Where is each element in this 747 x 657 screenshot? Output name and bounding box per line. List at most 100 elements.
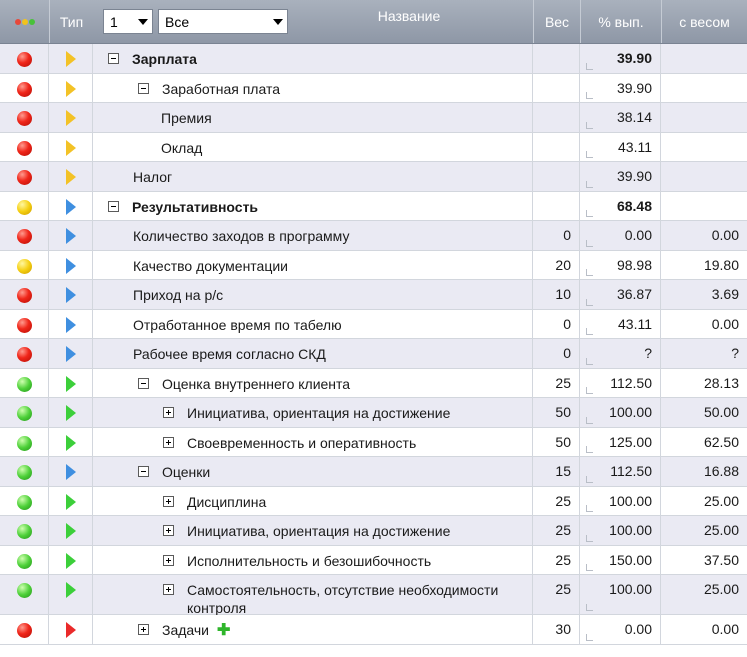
type-cell (49, 398, 93, 427)
status-cell (0, 427, 49, 456)
percent-cell[interactable]: 43.11 (580, 132, 661, 161)
percent-cell[interactable]: 38.14 (580, 103, 661, 132)
row-name[interactable]: Налог (133, 162, 523, 186)
collapse-icon[interactable] (138, 82, 149, 94)
weight-value: 25 (555, 522, 571, 538)
collapse-icon[interactable] (138, 377, 149, 389)
expand-icon[interactable] (163, 436, 174, 448)
header-weight[interactable]: Вес (533, 0, 580, 43)
percent-cell[interactable]: 100.00 (580, 575, 661, 614)
table-row[interactable]: Рабочее время согласно СКД 0?? (0, 339, 747, 369)
row-name[interactable]: Оценка внутреннего клиента (162, 369, 523, 393)
percent-cell[interactable]: 112.50 (580, 368, 661, 397)
percent-cell[interactable]: 0.00 (580, 615, 661, 644)
collapse-icon[interactable] (138, 466, 149, 477)
expand-icon[interactable] (163, 407, 174, 418)
row-name[interactable]: Приход на р/с (133, 280, 523, 304)
header-type[interactable]: Тип (49, 0, 93, 43)
percent-cell[interactable]: 68.48 (580, 191, 661, 220)
percent-cell[interactable]: 100.00 (580, 516, 661, 545)
row-name[interactable]: Отработанное время по табелю (133, 310, 523, 334)
row-name-text: Налог (133, 169, 173, 185)
row-name[interactable]: Своевременность и оперативность (187, 428, 523, 452)
type-cell (49, 280, 93, 309)
percent-cell[interactable]: 100.00 (580, 486, 661, 515)
row-name[interactable]: Оклад (161, 133, 523, 157)
percent-cell[interactable]: 39.90 (580, 44, 661, 73)
header-name[interactable]: Название (295, 0, 523, 43)
expand-icon[interactable] (138, 624, 149, 635)
table-row[interactable]: Приход на р/с 10 36.87 3.69 (0, 280, 747, 310)
percent-cell[interactable]: 98.98 (580, 250, 661, 279)
row-name[interactable]: Самостоятельность, отсутствие необходимо… (187, 575, 523, 617)
table-row[interactable]: Своевременность и оперативность 50 125.00 6… (0, 427, 747, 457)
row-name[interactable]: Результативность (132, 192, 523, 216)
row-name[interactable]: Инициатива, ориентация на достижение (187, 516, 523, 540)
row-name[interactable]: Количество заходов в программу (133, 221, 523, 245)
table-row[interactable]: Оценка внутреннего клиента 25 112.50 28.13 (0, 368, 747, 398)
percent-cell[interactable]: 125.00 (580, 427, 661, 456)
row-name[interactable]: Дисциплина (187, 487, 523, 511)
percent-value: 112.50 (610, 463, 652, 479)
table-row[interactable]: Инициатива, ориентация на достижение 50 10… (0, 398, 747, 428)
row-name[interactable]: Оценки (162, 457, 523, 481)
row-name[interactable]: Премия (161, 103, 523, 127)
weighted-cell: 3.69 (661, 280, 747, 309)
header-status (0, 0, 49, 43)
percent-cell[interactable]: 39.90 (580, 73, 661, 102)
status-lamp-icon (17, 583, 32, 598)
collapse-icon[interactable] (108, 53, 119, 64)
header-percent[interactable]: % вып. (580, 0, 661, 43)
table-row[interactable]: Исполнительность и безошибочность 25 150.0… (0, 545, 747, 575)
table-row[interactable]: Налог 39.90 (0, 162, 747, 192)
weight-cell: 30 (533, 615, 580, 644)
row-name[interactable]: Инициатива, ориентация на достижение (187, 398, 523, 422)
table-row[interactable]: Оклад 43.11 (0, 132, 747, 162)
row-name[interactable]: Заработная плата (162, 74, 523, 98)
row-name[interactable]: Задачи ✚ (162, 615, 523, 640)
table-row[interactable]: Оценки 15 112.50 16.88 (0, 457, 747, 487)
percent-cell[interactable]: 112.50 (580, 457, 661, 486)
table-row[interactable]: Качество документации 20 98.98 19.80 (0, 250, 747, 280)
expand-icon[interactable] (163, 525, 174, 536)
percent-cell[interactable]: 0.00 (580, 221, 661, 250)
table-row[interactable]: Самостоятельность, отсутствие необходимо… (0, 575, 747, 617)
table-row[interactable]: Премия 38.14 (0, 103, 747, 133)
table-row[interactable]: Результативность 68.48 (0, 191, 747, 221)
row-name[interactable]: Зарплата (132, 44, 523, 68)
row-name[interactable]: Исполнительность и безошибочность (187, 546, 523, 570)
expand-icon[interactable] (163, 495, 174, 507)
percent-cell[interactable]: 39.90 (580, 162, 661, 191)
weight-cell: 20 (533, 250, 580, 279)
table-row[interactable]: Зарплата 39.90 (0, 44, 747, 74)
filter-select[interactable]: Все (158, 9, 288, 34)
percent-cell[interactable]: 150.00 (580, 545, 661, 574)
table-row[interactable]: Заработная плата 39.90 (0, 73, 747, 103)
add-icon[interactable]: ✚ (217, 622, 230, 640)
row-name[interactable]: Качество документации (133, 251, 523, 275)
expand-icon[interactable] (163, 554, 174, 566)
level-select[interactable]: 1 (103, 9, 153, 34)
collapse-icon[interactable] (108, 200, 119, 212)
type-cell (49, 486, 93, 515)
name-cell: Оценки (93, 457, 533, 486)
table-row[interactable]: Дисциплина 25 100.00 25.00 (0, 486, 747, 516)
type-flag-icon (66, 523, 76, 539)
percent-cell[interactable]: 43.11 (580, 309, 661, 338)
table-row[interactable]: Отработанное время по табелю 0 43.11 0.00 (0, 309, 747, 339)
cell-corner-icon (586, 505, 593, 512)
percent-cell[interactable]: 36.87 (580, 280, 661, 309)
table-row[interactable]: Количество заходов в программу 0 0.00 0.00 (0, 221, 747, 251)
weight-cell: 10 (533, 280, 580, 309)
table-row[interactable]: Инициатива, ориентация на достижение 25 10… (0, 516, 747, 546)
status-cell (0, 162, 49, 191)
row-name[interactable]: Рабочее время согласно СКД (133, 339, 523, 363)
weighted-value: 25.00 (703, 492, 739, 509)
percent-cell[interactable]: 100.00 (580, 398, 661, 427)
expand-icon[interactable] (163, 584, 174, 595)
row-name-text: Своевременность и оперативность (187, 434, 417, 451)
status-cell (0, 457, 49, 486)
percent-cell[interactable]: ? (580, 339, 661, 368)
header-weighted[interactable]: с весом (661, 0, 747, 43)
table-row[interactable]: Задачи ✚ 30 0.00 0.00 (0, 615, 747, 645)
